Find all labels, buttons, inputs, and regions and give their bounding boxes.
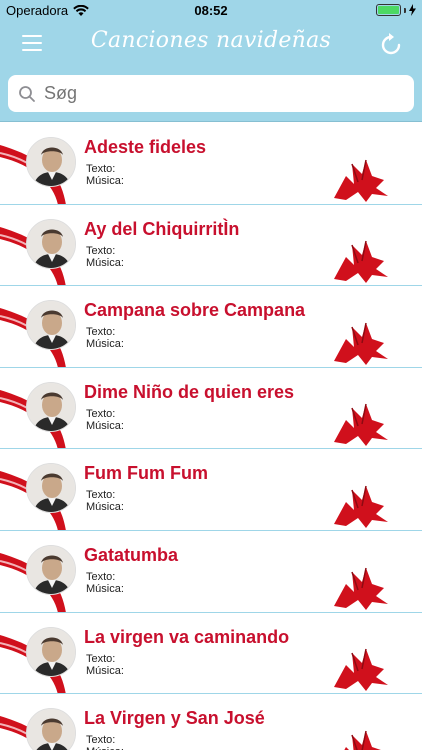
composer-avatar [26, 137, 76, 187]
portrait-icon [27, 382, 75, 431]
musica-label: Música: [86, 256, 124, 269]
musica-label: Música: [86, 501, 124, 514]
song-title: Ay del ChiquirritÌn [84, 218, 240, 239]
texto-label: Texto: [86, 570, 116, 583]
musica-label: Música: [86, 664, 124, 677]
musica-label: Música: [86, 582, 124, 595]
composer-avatar [26, 626, 76, 677]
refresh-icon[interactable] [378, 31, 404, 57]
portrait-icon [27, 545, 75, 594]
song-title: La Virgen y San José [84, 708, 265, 729]
battery-icon [376, 4, 401, 16]
portrait-icon [27, 709, 75, 750]
song-title: Campana sobre Campana [84, 300, 306, 321]
song-title: La virgen va caminando [84, 626, 290, 647]
musica-label: Música: [86, 419, 124, 432]
musica-label: Música: [86, 338, 124, 351]
composer-avatar [26, 218, 76, 269]
status-right [376, 4, 416, 16]
musica-label: Música: [86, 746, 124, 750]
charging-bolt-icon [409, 4, 416, 16]
composer-avatar [26, 381, 76, 432]
search-input[interactable] [44, 83, 384, 104]
composer-avatar [26, 708, 76, 750]
list-item[interactable]: Dime Niño de quien eres Texto: Música: [0, 367, 422, 450]
bow-decoration [334, 159, 388, 202]
page-title: Canciones navideñas [90, 28, 332, 53]
status-bar: Operadora 08:52 [0, 0, 422, 22]
search-icon [19, 85, 35, 102]
bow-decoration [334, 404, 388, 447]
portrait-icon [27, 219, 75, 268]
texto-label: Texto: [86, 734, 116, 747]
list-item[interactable]: Adeste fideles Texto: Música: [0, 123, 422, 205]
bow-decoration [334, 485, 388, 528]
texto-label: Texto: [86, 163, 116, 175]
list-item[interactable]: Gatatumba Texto: Música: [0, 530, 422, 613]
texto-label: Texto: [86, 652, 116, 665]
song-title: Fum Fum Fum [84, 463, 208, 484]
texto-label: Texto: [86, 244, 116, 257]
bow-decoration [334, 322, 388, 365]
bow-decoration [334, 567, 388, 610]
texto-label: Texto: [86, 489, 116, 502]
list-item[interactable]: Campana sobre Campana Texto: Música: [0, 286, 422, 368]
nav-bar: Canciones navideñas [0, 22, 422, 66]
portrait-icon [27, 627, 75, 676]
composer-avatar [26, 544, 76, 595]
list-item[interactable]: La Virgen y San José Texto: Música: [0, 694, 422, 750]
composer-avatar [26, 300, 76, 351]
bow-decoration [334, 649, 388, 692]
battery-tip [404, 7, 406, 13]
song-title: Gatatumba [84, 544, 179, 565]
status-time: 08:52 [194, 3, 228, 18]
portrait-icon [27, 138, 75, 186]
song-list: Adeste fideles Texto: Música: Ay del Chi… [0, 123, 422, 750]
song-title: Adeste fideles [84, 137, 207, 157]
song-title: Dime Niño de quien eres [84, 381, 295, 402]
list-item[interactable]: La virgen va caminando Texto: Música: [0, 612, 422, 695]
search-area [0, 66, 422, 122]
texto-label: Texto: [86, 407, 116, 420]
bow-decoration [334, 241, 388, 284]
list-item[interactable]: Fum Fum Fum Texto: Música: [0, 449, 422, 531]
bow-decoration [344, 730, 382, 750]
search-bar[interactable] [8, 75, 414, 112]
texto-label: Texto: [86, 326, 116, 339]
musica-label: Música: [86, 175, 124, 187]
list-item[interactable]: Ay del ChiquirritÌn Texto: Música: [0, 204, 422, 287]
